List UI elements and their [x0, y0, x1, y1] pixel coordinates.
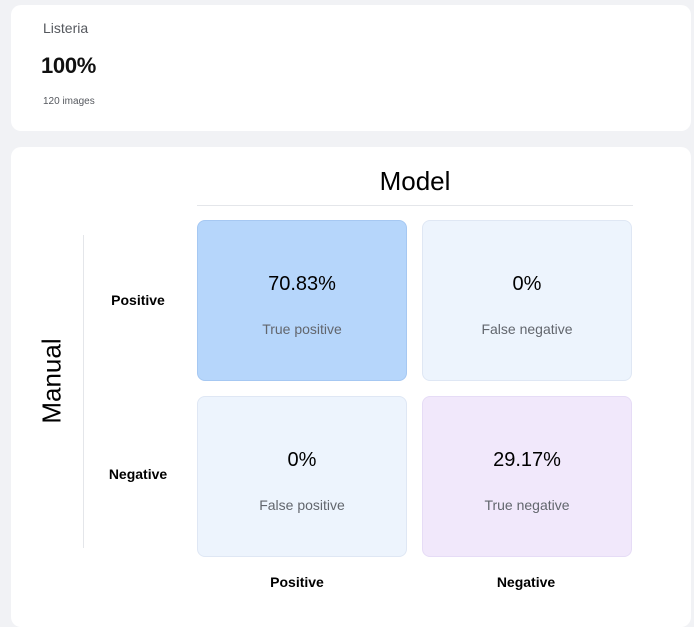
false-positive-cell[interactable]: 0% False positive [197, 396, 407, 557]
summary-card: Listeria 100% 120 images [11, 5, 691, 131]
confusion-matrix-card: Model Manual Positive Negative 70.83% Tr… [11, 147, 691, 627]
summary-value: 100% [41, 53, 97, 78]
column-label-negative: Negative [496, 574, 556, 590]
column-label-positive: Positive [270, 574, 324, 590]
model-axis-divider [197, 205, 633, 206]
row-label-negative: Negative [108, 466, 168, 482]
true-negative-caption: True negative [484, 497, 570, 513]
false-negative-caption: False negative [481, 321, 573, 337]
summary-label: Listeria [43, 20, 89, 36]
true-positive-caption: True positive [262, 321, 342, 337]
manual-axis-divider [83, 235, 84, 548]
false-positive-value: 0% [287, 449, 317, 471]
manual-axis-title: Manual [36, 338, 67, 424]
true-positive-value: 70.83% [268, 273, 336, 295]
true-negative-value: 29.17% [493, 449, 561, 471]
row-label-positive: Positive [111, 292, 165, 308]
false-positive-caption: False positive [259, 497, 345, 513]
true-positive-cell[interactable]: 70.83% True positive [197, 220, 407, 381]
false-negative-cell[interactable]: 0% False negative [422, 220, 632, 381]
true-negative-cell[interactable]: 29.17% True negative [422, 396, 632, 557]
summary-image-count: 120 images [43, 96, 95, 107]
model-axis-title: Model [379, 166, 451, 196]
false-negative-value: 0% [512, 273, 542, 295]
